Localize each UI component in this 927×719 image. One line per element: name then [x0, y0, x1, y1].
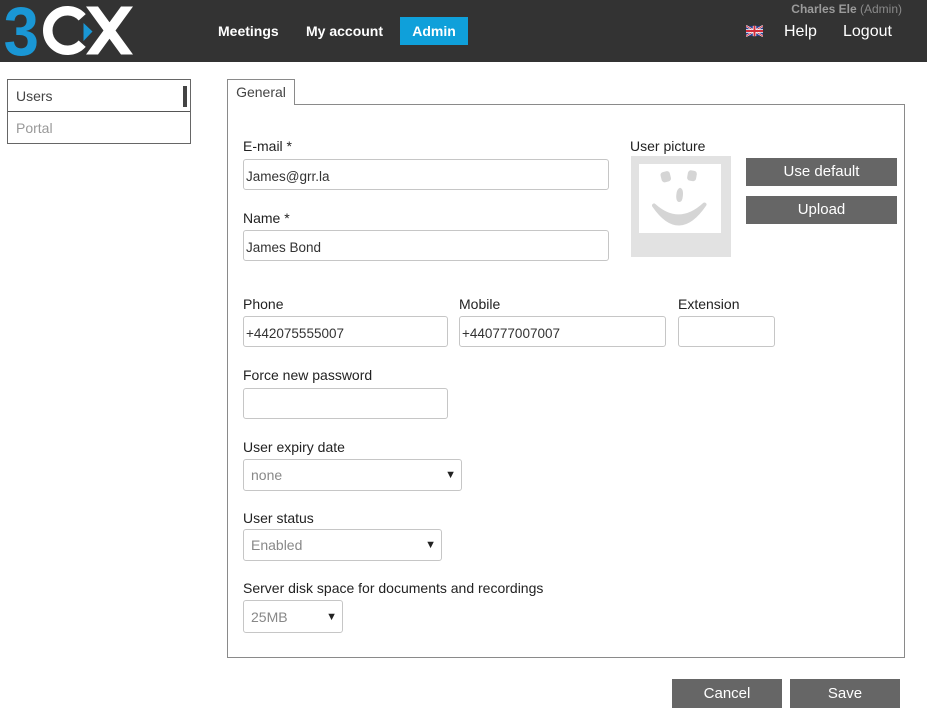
svg-text:3: 3	[4, 0, 39, 62]
